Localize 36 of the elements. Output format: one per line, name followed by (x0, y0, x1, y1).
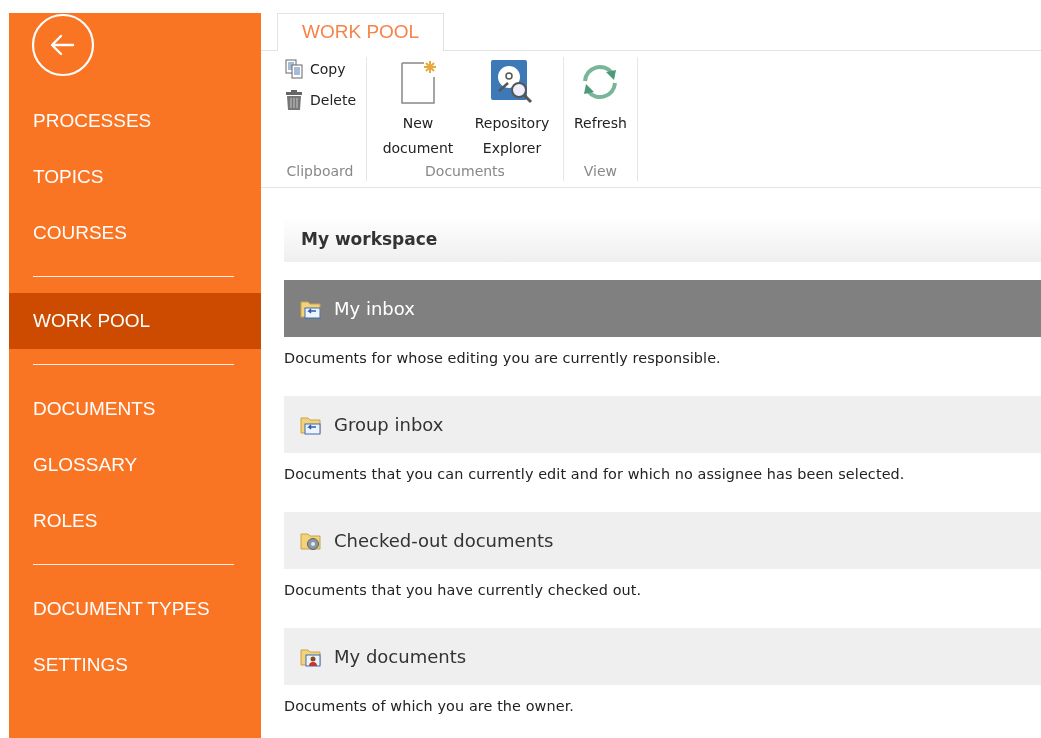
copy-button[interactable]: Copy (280, 57, 350, 81)
workspace-title: My workspace (301, 229, 438, 249)
back-button[interactable] (31, 13, 95, 77)
folder-person-icon (300, 646, 322, 667)
folder-gear-icon (300, 530, 322, 551)
ribbon-group-label: View (583, 163, 618, 181)
sidebar-item[interactable]: GLOSSARY (9, 437, 261, 493)
new-document-button[interactable]: New document (373, 57, 463, 163)
sidebar-item[interactable]: DOCUMENT TYPES (9, 581, 261, 637)
sidebar-item[interactable]: SETTINGS (9, 637, 261, 693)
sidebar-item[interactable]: DOCUMENTS (9, 381, 261, 437)
delete-button[interactable]: Delete (280, 87, 360, 113)
copy-icon (284, 59, 304, 79)
section-header[interactable]: Checked-out documents (284, 512, 1041, 569)
section-description: Documents of which you are the owner. (284, 697, 576, 716)
sidebar-item[interactable]: PROCESSES (9, 93, 261, 149)
sidebar-item[interactable]: WORK POOL (9, 293, 261, 349)
section-description: Documents that you have currently checked out. (284, 581, 643, 600)
trash-icon (284, 89, 304, 111)
section-header[interactable]: My inbox (284, 280, 1041, 337)
ribbon-group-label: Clipboard (286, 163, 354, 181)
sidebar-item[interactable]: ROLES (9, 493, 261, 549)
ribbon-tab[interactable]: WORK POOL (277, 13, 445, 51)
ribbon-group-label: Documents (425, 163, 505, 181)
hard-drive-search-icon (489, 59, 535, 105)
sidebar-item[interactable]: TOPICS (9, 149, 261, 205)
new-document-icon (400, 59, 436, 105)
folder-inbox-icon (300, 414, 322, 435)
folder-inbox-icon (300, 298, 322, 319)
section-description: Documents for whose editing you are currently responsible. (284, 349, 722, 368)
section-header[interactable]: Group inbox (284, 396, 1041, 453)
section-header[interactable]: My documents (284, 628, 1041, 685)
section-description: Documents that you can currently edit and for which no assignee has been selected. (284, 465, 906, 484)
sidebar-item[interactable]: COURSES (9, 205, 261, 261)
refresh-button[interactable]: Refresh (570, 57, 631, 163)
repository-explorer-button[interactable]: Repository Explorer (467, 57, 557, 163)
